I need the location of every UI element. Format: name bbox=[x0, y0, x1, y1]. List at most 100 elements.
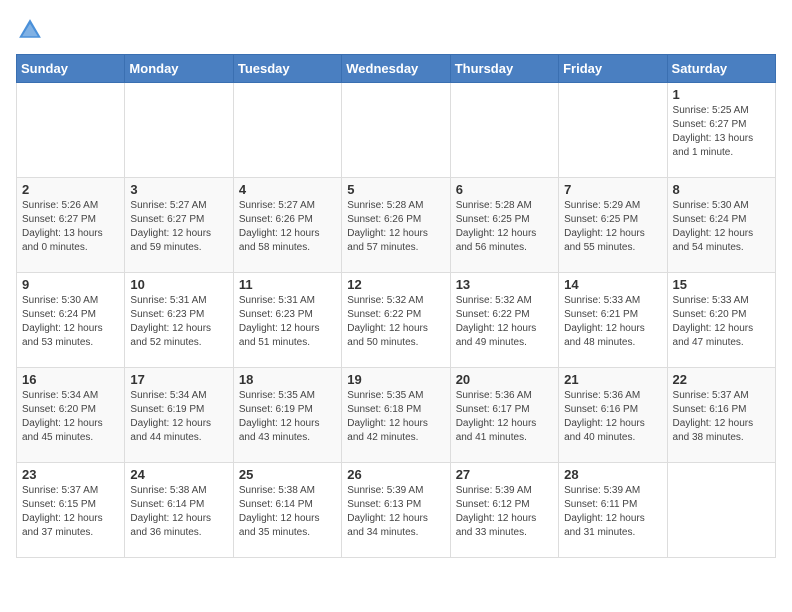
logo bbox=[16, 16, 48, 44]
day-number: 15 bbox=[673, 277, 770, 292]
calendar-table: SundayMondayTuesdayWednesdayThursdayFrid… bbox=[16, 54, 776, 558]
calendar-cell bbox=[342, 83, 450, 178]
day-info: Sunrise: 5:39 AM Sunset: 6:13 PM Dayligh… bbox=[347, 484, 444, 540]
calendar-cell: 16 Sunrise: 5:34 AM Sunset: 6:20 PM Dayli… bbox=[17, 368, 125, 463]
calendar-cell: 11 Sunrise: 5:31 AM Sunset: 6:23 PM Dayli… bbox=[233, 273, 341, 368]
calendar-week-row: 1 Sunrise: 5:25 AM Sunset: 6:27 PM Daylig… bbox=[17, 83, 776, 178]
day-number: 12 bbox=[347, 277, 444, 292]
day-number: 5 bbox=[347, 182, 444, 197]
day-info: Sunrise: 5:27 AM Sunset: 6:26 PM Dayligh… bbox=[239, 199, 336, 255]
day-number: 17 bbox=[130, 372, 227, 387]
calendar-cell: 10 Sunrise: 5:31 AM Sunset: 6:23 PM Dayli… bbox=[125, 273, 233, 368]
calendar-cell: 18 Sunrise: 5:35 AM Sunset: 6:19 PM Dayli… bbox=[233, 368, 341, 463]
day-info: Sunrise: 5:33 AM Sunset: 6:20 PM Dayligh… bbox=[673, 294, 770, 350]
calendar-cell: 1 Sunrise: 5:25 AM Sunset: 6:27 PM Daylig… bbox=[667, 83, 775, 178]
day-of-week-header: Wednesday bbox=[342, 55, 450, 83]
day-number: 13 bbox=[456, 277, 553, 292]
day-info: Sunrise: 5:30 AM Sunset: 6:24 PM Dayligh… bbox=[22, 294, 119, 350]
calendar-cell: 6 Sunrise: 5:28 AM Sunset: 6:25 PM Daylig… bbox=[450, 178, 558, 273]
day-info: Sunrise: 5:34 AM Sunset: 6:19 PM Dayligh… bbox=[130, 389, 227, 445]
page-header bbox=[16, 16, 776, 44]
day-info: Sunrise: 5:38 AM Sunset: 6:14 PM Dayligh… bbox=[130, 484, 227, 540]
calendar-cell: 26 Sunrise: 5:39 AM Sunset: 6:13 PM Dayli… bbox=[342, 463, 450, 558]
calendar-header-row: SundayMondayTuesdayWednesdayThursdayFrid… bbox=[17, 55, 776, 83]
day-info: Sunrise: 5:39 AM Sunset: 6:12 PM Dayligh… bbox=[456, 484, 553, 540]
day-number: 4 bbox=[239, 182, 336, 197]
day-number: 22 bbox=[673, 372, 770, 387]
calendar-cell: 15 Sunrise: 5:33 AM Sunset: 6:20 PM Dayli… bbox=[667, 273, 775, 368]
day-number: 7 bbox=[564, 182, 661, 197]
calendar-cell: 25 Sunrise: 5:38 AM Sunset: 6:14 PM Dayli… bbox=[233, 463, 341, 558]
day-info: Sunrise: 5:32 AM Sunset: 6:22 PM Dayligh… bbox=[456, 294, 553, 350]
calendar-cell: 12 Sunrise: 5:32 AM Sunset: 6:22 PM Dayli… bbox=[342, 273, 450, 368]
day-number: 23 bbox=[22, 467, 119, 482]
day-info: Sunrise: 5:38 AM Sunset: 6:14 PM Dayligh… bbox=[239, 484, 336, 540]
calendar-cell bbox=[233, 83, 341, 178]
logo-icon bbox=[16, 16, 44, 44]
day-number: 6 bbox=[456, 182, 553, 197]
calendar-cell: 9Sunrise: 5:30 AM Sunset: 6:24 PM Daylig… bbox=[17, 273, 125, 368]
day-of-week-header: Saturday bbox=[667, 55, 775, 83]
calendar-cell: 13 Sunrise: 5:32 AM Sunset: 6:22 PM Dayli… bbox=[450, 273, 558, 368]
calendar-cell: 5 Sunrise: 5:28 AM Sunset: 6:26 PM Daylig… bbox=[342, 178, 450, 273]
calendar-cell: 23Sunrise: 5:37 AM Sunset: 6:15 PM Dayli… bbox=[17, 463, 125, 558]
day-number: 18 bbox=[239, 372, 336, 387]
day-info: Sunrise: 5:31 AM Sunset: 6:23 PM Dayligh… bbox=[130, 294, 227, 350]
calendar-cell: 24 Sunrise: 5:38 AM Sunset: 6:14 PM Dayli… bbox=[125, 463, 233, 558]
day-number: 26 bbox=[347, 467, 444, 482]
day-info: Sunrise: 5:36 AM Sunset: 6:16 PM Dayligh… bbox=[564, 389, 661, 445]
day-of-week-header: Friday bbox=[559, 55, 667, 83]
calendar-cell bbox=[667, 463, 775, 558]
day-info: Sunrise: 5:34 AM Sunset: 6:20 PM Dayligh… bbox=[22, 389, 119, 445]
day-of-week-header: Tuesday bbox=[233, 55, 341, 83]
day-info: Sunrise: 5:28 AM Sunset: 6:26 PM Dayligh… bbox=[347, 199, 444, 255]
day-info: Sunrise: 5:35 AM Sunset: 6:18 PM Dayligh… bbox=[347, 389, 444, 445]
day-of-week-header: Thursday bbox=[450, 55, 558, 83]
day-of-week-header: Monday bbox=[125, 55, 233, 83]
calendar-cell: 22 Sunrise: 5:37 AM Sunset: 6:16 PM Dayli… bbox=[667, 368, 775, 463]
day-number: 3 bbox=[130, 182, 227, 197]
calendar-cell: 27Sunrise: 5:39 AM Sunset: 6:12 PM Dayli… bbox=[450, 463, 558, 558]
day-number: 21 bbox=[564, 372, 661, 387]
day-info: Sunrise: 5:29 AM Sunset: 6:25 PM Dayligh… bbox=[564, 199, 661, 255]
day-number: 24 bbox=[130, 467, 227, 482]
day-number: 1 bbox=[673, 87, 770, 102]
calendar-cell: 17 Sunrise: 5:34 AM Sunset: 6:19 PM Dayli… bbox=[125, 368, 233, 463]
day-of-week-header: Sunday bbox=[17, 55, 125, 83]
calendar-week-row: 9Sunrise: 5:30 AM Sunset: 6:24 PM Daylig… bbox=[17, 273, 776, 368]
day-info: Sunrise: 5:36 AM Sunset: 6:17 PM Dayligh… bbox=[456, 389, 553, 445]
day-number: 25 bbox=[239, 467, 336, 482]
day-info: Sunrise: 5:35 AM Sunset: 6:19 PM Dayligh… bbox=[239, 389, 336, 445]
calendar-cell: 7 Sunrise: 5:29 AM Sunset: 6:25 PM Daylig… bbox=[559, 178, 667, 273]
calendar-cell: 14Sunrise: 5:33 AM Sunset: 6:21 PM Dayli… bbox=[559, 273, 667, 368]
calendar-cell: 8 Sunrise: 5:30 AM Sunset: 6:24 PM Daylig… bbox=[667, 178, 775, 273]
day-info: Sunrise: 5:26 AM Sunset: 6:27 PM Dayligh… bbox=[22, 199, 119, 255]
calendar-cell bbox=[17, 83, 125, 178]
day-number: 11 bbox=[239, 277, 336, 292]
day-number: 2 bbox=[22, 182, 119, 197]
day-number: 20 bbox=[456, 372, 553, 387]
day-number: 8 bbox=[673, 182, 770, 197]
calendar-cell: 20 Sunrise: 5:36 AM Sunset: 6:17 PM Dayli… bbox=[450, 368, 558, 463]
day-number: 28 bbox=[564, 467, 661, 482]
day-number: 10 bbox=[130, 277, 227, 292]
day-info: Sunrise: 5:32 AM Sunset: 6:22 PM Dayligh… bbox=[347, 294, 444, 350]
day-number: 14 bbox=[564, 277, 661, 292]
day-number: 19 bbox=[347, 372, 444, 387]
day-info: Sunrise: 5:30 AM Sunset: 6:24 PM Dayligh… bbox=[673, 199, 770, 255]
day-info: Sunrise: 5:31 AM Sunset: 6:23 PM Dayligh… bbox=[239, 294, 336, 350]
day-info: Sunrise: 5:28 AM Sunset: 6:25 PM Dayligh… bbox=[456, 199, 553, 255]
day-info: Sunrise: 5:25 AM Sunset: 6:27 PM Dayligh… bbox=[673, 104, 770, 160]
calendar-cell bbox=[559, 83, 667, 178]
day-info: Sunrise: 5:27 AM Sunset: 6:27 PM Dayligh… bbox=[130, 199, 227, 255]
calendar-week-row: 16 Sunrise: 5:34 AM Sunset: 6:20 PM Dayli… bbox=[17, 368, 776, 463]
day-info: Sunrise: 5:37 AM Sunset: 6:16 PM Dayligh… bbox=[673, 389, 770, 445]
calendar-cell: 21 Sunrise: 5:36 AM Sunset: 6:16 PM Dayli… bbox=[559, 368, 667, 463]
day-number: 16 bbox=[22, 372, 119, 387]
calendar-week-row: 23Sunrise: 5:37 AM Sunset: 6:15 PM Dayli… bbox=[17, 463, 776, 558]
calendar-cell: 3 Sunrise: 5:27 AM Sunset: 6:27 PM Daylig… bbox=[125, 178, 233, 273]
calendar-cell: 4 Sunrise: 5:27 AM Sunset: 6:26 PM Daylig… bbox=[233, 178, 341, 273]
day-info: Sunrise: 5:39 AM Sunset: 6:11 PM Dayligh… bbox=[564, 484, 661, 540]
calendar-cell: 19 Sunrise: 5:35 AM Sunset: 6:18 PM Dayli… bbox=[342, 368, 450, 463]
calendar-cell bbox=[450, 83, 558, 178]
